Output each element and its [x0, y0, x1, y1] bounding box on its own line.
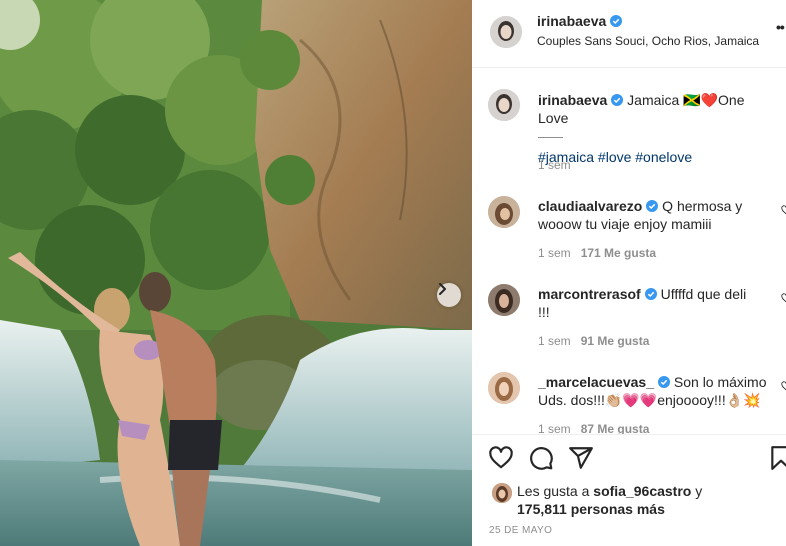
- more-options-icon[interactable]: ••: [776, 19, 785, 35]
- comment-item: claudiaalvarezo Q hermosa y wooow tu via…: [472, 196, 786, 266]
- likes-others[interactable]: 175,811 personas más: [517, 501, 665, 517]
- comment-likes[interactable]: 87 Me gusta: [581, 422, 650, 434]
- comment-icon[interactable]: [528, 445, 554, 471]
- comment-username[interactable]: _marcelacuevas_: [538, 374, 654, 390]
- commenter-avatar[interactable]: [488, 284, 520, 316]
- bookmark-icon[interactable]: [768, 445, 786, 471]
- author-username[interactable]: irinabaeva: [537, 13, 606, 29]
- chevron-right-icon: [439, 283, 446, 295]
- avatar-image: [488, 89, 520, 121]
- author-avatar[interactable]: [490, 16, 522, 48]
- comment-text: Uffffd que deli: [660, 286, 747, 302]
- likes-joiner: y: [691, 483, 703, 499]
- verified-badge-icon: [646, 200, 659, 212]
- post-date[interactable]: 25 DE MAYO: [489, 525, 552, 536]
- likes-summary: Les gusta a sofia_96castro y 175,811 per…: [517, 482, 777, 518]
- comment-meta: 1 sem 91 Me gusta: [538, 334, 649, 348]
- comment-username[interactable]: claudiaalvarezo: [538, 198, 642, 214]
- comment-time[interactable]: 1 sem: [538, 246, 571, 260]
- comment-username[interactable]: marcontrerasof: [538, 286, 641, 302]
- post-location[interactable]: Couples Sans Souci, Ocho Rios, Jamaica: [537, 34, 759, 48]
- likes-prefix: Les gusta a: [517, 483, 594, 499]
- comment-likes[interactable]: 91 Me gusta: [581, 334, 650, 348]
- comment-heart-icon[interactable]: [781, 293, 786, 303]
- comment-meta: 1 sem 87 Me gusta: [538, 422, 649, 434]
- post-header: irinabaeva Couples Sans Souci, Ocho Rios…: [472, 0, 786, 68]
- liker-avatar[interactable]: [492, 483, 512, 503]
- verified-badge-icon: [610, 15, 623, 27]
- comment-text-continued: !!!: [538, 304, 550, 320]
- verified-badge-icon: [644, 288, 657, 300]
- verified-badge-icon: [658, 376, 670, 388]
- comment-text: Q hermosa y: [662, 198, 743, 214]
- comment-text-continued: wooow tu viaje enjoy mamiii: [538, 216, 712, 232]
- heart-icon[interactable]: [488, 445, 514, 471]
- verified-badge-icon: [611, 94, 624, 106]
- caption: irinabaeva Jamaica 🇯🇲❤️One Love #jamaica…: [472, 89, 786, 179]
- photo-scene: [0, 0, 472, 546]
- comment-meta: 1 sem 171 Me gusta: [538, 246, 656, 260]
- commenter-avatar[interactable]: [488, 196, 520, 228]
- post-details-panel: irinabaeva Couples Sans Souci, Ocho Rios…: [472, 0, 786, 546]
- comment-text-continued: Uds. dos!!!👏🏼💗💗enjooooy!!!👌🏼💥: [538, 392, 761, 408]
- comment-time[interactable]: 1 sem: [538, 334, 571, 348]
- comment-time[interactable]: 1 sem: [538, 422, 571, 434]
- post-photo[interactable]: [0, 0, 472, 546]
- comment-item: marcontrerasof Uffffd que deli !!! 1 sem…: [472, 284, 786, 354]
- avatar-image: [490, 16, 522, 48]
- caption-username[interactable]: irinabaeva: [538, 92, 607, 108]
- avatar-image: [488, 284, 520, 316]
- commenter-avatar[interactable]: [488, 372, 520, 404]
- liker-username[interactable]: sofia_96castro: [593, 483, 691, 499]
- caption-author-avatar[interactable]: [488, 89, 520, 121]
- share-icon[interactable]: [568, 445, 594, 471]
- comments-list[interactable]: irinabaeva Jamaica 🇯🇲❤️One Love #jamaica…: [472, 69, 786, 434]
- comment-heart-icon[interactable]: [781, 205, 786, 215]
- avatar-image: [488, 372, 520, 404]
- avatar-image: [488, 196, 520, 228]
- comment-text: Son lo máximo: [673, 374, 767, 390]
- comment-likes[interactable]: 171 Me gusta: [581, 246, 656, 260]
- comment-heart-icon[interactable]: [781, 381, 786, 391]
- caption-time[interactable]: 1 sem: [538, 158, 571, 172]
- post-actions: Les gusta a sofia_96castro y 175,811 per…: [472, 434, 786, 546]
- avatar-image: [492, 483, 512, 503]
- comment-item: _marcelacuevas_ Son lo máximo Uds. dos!!…: [472, 372, 786, 434]
- caption-divider: [538, 137, 563, 138]
- next-photo-button[interactable]: [437, 283, 461, 307]
